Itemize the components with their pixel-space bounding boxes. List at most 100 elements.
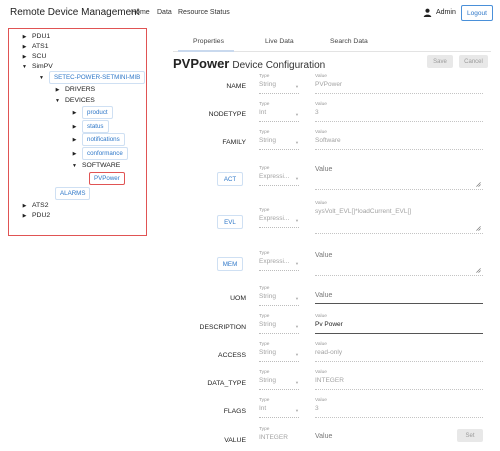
access-label: ACCESS <box>218 352 246 359</box>
expand-arrow-icon[interactable] <box>21 203 28 209</box>
tree-node-notifications[interactable]: notifications <box>71 133 125 146</box>
evl-button[interactable]: EVL <box>217 215 243 229</box>
mem-type-select[interactable]: Type Expressi... ▼ <box>259 251 299 271</box>
uom-label: UOM <box>230 295 246 302</box>
tree-node-software[interactable]: SOFTWARE <box>71 162 120 169</box>
tree-node-pvpower[interactable]: PVPower <box>89 172 125 185</box>
nav-resource-status-link[interactable]: Resource Status <box>178 9 230 16</box>
expand-arrow-icon[interactable] <box>21 34 28 40</box>
resize-handle-icon[interactable] <box>476 182 481 187</box>
act-expression-textarea[interactable]: Value <box>315 166 483 190</box>
expand-arrow-icon[interactable] <box>54 87 61 93</box>
act-type-select[interactable]: Type Expressi... ▼ <box>259 166 299 186</box>
collapse-arrow-icon[interactable] <box>38 75 45 81</box>
dropdown-caret-icon: ▼ <box>295 140 299 145</box>
tab-search-data[interactable]: Search Data <box>330 38 368 45</box>
collapse-arrow-icon[interactable] <box>54 98 61 104</box>
underline <box>315 275 483 276</box>
dropdown-caret-icon: ▼ <box>295 380 299 385</box>
cancel-button[interactable]: Cancel <box>459 55 488 68</box>
access-value-field[interactable]: Value read-only <box>315 342 483 362</box>
type-caption: Type <box>259 102 270 107</box>
type-value: String <box>259 377 276 384</box>
tree-chip-notifications[interactable]: notifications <box>82 133 125 146</box>
underline <box>315 121 483 122</box>
tree-node-ats1[interactable]: ATS1 <box>21 43 49 50</box>
collapse-arrow-icon[interactable] <box>21 64 28 70</box>
mem-button[interactable]: MEM <box>217 257 243 271</box>
tree-node-conformance[interactable]: conformance <box>71 147 128 160</box>
flags-label: FLAGS <box>223 408 246 415</box>
nodetype-value-field[interactable]: Value 3 <box>315 102 483 122</box>
dropdown-caret-icon: ▼ <box>295 218 299 223</box>
tree-chip-mib[interactable]: SETEC-POWER-SETMINI-MIB <box>49 71 146 84</box>
family-type-select[interactable]: Type String ▼ <box>259 130 299 150</box>
family-value-field[interactable]: Value Software <box>315 130 483 150</box>
description-type-select[interactable]: Type String ▼ <box>259 314 299 334</box>
tree-chip-alarms[interactable]: ALARMS <box>55 187 91 200</box>
type-value: Expressi... <box>259 215 290 222</box>
set-button[interactable]: Set <box>457 429 483 442</box>
evl-expression-textarea[interactable]: Value sysVolt_EVL[]*loadCurrent_EVL[] <box>315 201 483 234</box>
flags-type-select[interactable]: Type Int ▼ <box>259 398 299 418</box>
save-button[interactable]: Save <box>427 55 453 68</box>
expand-arrow-icon[interactable] <box>21 213 28 219</box>
nav-data-link[interactable]: Data <box>157 9 172 16</box>
data-type-type-select[interactable]: Type String ▼ <box>259 370 299 390</box>
value-text: sysVolt_EVL[]*loadCurrent_EVL[] <box>315 208 412 215</box>
expand-arrow-icon[interactable] <box>71 110 78 116</box>
flags-value-field[interactable]: Value 3 <box>315 398 483 418</box>
tree-node-scu[interactable]: SCU <box>21 53 46 60</box>
underline <box>259 149 299 150</box>
resize-handle-icon[interactable] <box>476 226 481 231</box>
resize-handle-icon[interactable] <box>476 268 481 273</box>
act-button[interactable]: ACT <box>217 172 243 186</box>
uom-input[interactable]: Value <box>315 292 483 304</box>
access-type-select[interactable]: Type String ▼ <box>259 342 299 362</box>
name-value-field[interactable]: Value PVPower <box>315 74 483 94</box>
value-input[interactable]: Value <box>315 433 430 442</box>
tree-node-ats2[interactable]: ATS2 <box>21 202 49 209</box>
type-caption: Type <box>259 427 270 432</box>
tree-node-simpv[interactable]: SimPV <box>21 63 53 70</box>
app-brand[interactable]: Remote Device Management <box>10 7 140 18</box>
page-title: PVPower Device Configuration <box>173 56 325 71</box>
type-value: String <box>259 321 276 328</box>
description-label: DESCRIPTION <box>199 324 246 331</box>
tree-chip-product[interactable]: product <box>82 106 113 119</box>
user-menu[interactable]: Admin <box>423 8 456 17</box>
underline <box>259 93 299 94</box>
mem-expression-textarea[interactable]: Value <box>315 252 483 276</box>
collapse-arrow-icon[interactable] <box>71 163 78 169</box>
tree-node-drivers[interactable]: DRIVERS <box>54 86 95 93</box>
device-tree-panel: PDU1 ATS1 SCU SimPV SETEC-POWER-SETMINI-… <box>8 28 147 236</box>
description-input[interactable]: Value Pv Power <box>315 314 483 334</box>
nodetype-type-select[interactable]: Type Int ▼ <box>259 102 299 122</box>
uom-type-select[interactable]: Type String ▼ <box>259 286 299 306</box>
tree-chip-status[interactable]: status <box>82 120 109 133</box>
tree-node-product[interactable]: product <box>71 106 113 119</box>
tree-node-pdu1[interactable]: PDU1 <box>21 33 50 40</box>
underline <box>259 333 299 334</box>
underline <box>315 333 483 334</box>
nav-home-link[interactable]: Home <box>131 9 150 16</box>
tree-node-pdu2[interactable]: PDU2 <box>21 212 50 219</box>
type-caption: Type <box>259 251 270 256</box>
tree-node-devices[interactable]: DEVICES <box>54 97 95 104</box>
expand-arrow-icon[interactable] <box>71 124 78 130</box>
tab-live-data[interactable]: Live Data <box>265 38 294 45</box>
expand-arrow-icon[interactable] <box>21 54 28 60</box>
tree-node-alarms[interactable]: ALARMS <box>55 187 91 200</box>
expand-arrow-icon[interactable] <box>21 44 28 50</box>
expand-arrow-icon[interactable] <box>71 151 78 157</box>
tree-node-mib[interactable]: SETEC-POWER-SETMINI-MIB <box>38 71 146 84</box>
evl-type-select[interactable]: Type Expressi... ▼ <box>259 208 299 228</box>
logout-button[interactable]: Logout <box>461 5 493 21</box>
data-type-value-field[interactable]: Value INTEGER <box>315 370 483 390</box>
tab-properties[interactable]: Properties <box>193 38 224 45</box>
name-type-select[interactable]: Type String ▼ <box>259 74 299 94</box>
tree-chip-pvpower[interactable]: PVPower <box>89 172 125 185</box>
expand-arrow-icon[interactable] <box>71 137 78 143</box>
tree-node-status[interactable]: status <box>71 120 109 133</box>
tree-chip-conformance[interactable]: conformance <box>82 147 128 160</box>
